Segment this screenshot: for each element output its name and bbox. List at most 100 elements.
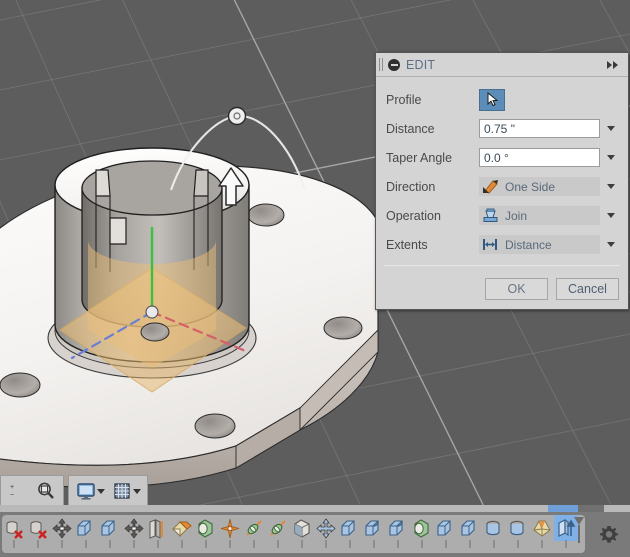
toolbar-item-split-body[interactable]	[194, 515, 218, 553]
align-icon[interactable]	[315, 515, 337, 541]
mirror-plane-icon[interactable]	[147, 515, 169, 541]
toolbar-item-axis-construct-alt[interactable]	[266, 515, 290, 553]
toolbar-item-shell[interactable]	[410, 515, 434, 553]
dialog-separator	[384, 265, 620, 266]
axis-construct-icon[interactable]	[243, 515, 265, 541]
toolbar-item-section-analysis[interactable]	[290, 515, 314, 553]
direction-dropdown-icon[interactable]	[607, 184, 615, 189]
toolbar-item-axis-construct[interactable]	[242, 515, 266, 553]
origin-point	[145, 305, 159, 319]
drag-grip-icon[interactable]	[379, 58, 384, 71]
toolbar-tick	[85, 540, 87, 548]
toolbar-tick	[229, 540, 231, 548]
display-mode-caret-icon[interactable]	[97, 488, 105, 494]
edit-extrude-dialog[interactable]: EDIT Profile Distance 0.75 " Taper Angle…	[375, 52, 629, 310]
minus-circle-icon[interactable]	[388, 58, 400, 71]
toolbar-item-revolve[interactable]	[482, 515, 506, 553]
toolbar-item-align[interactable]	[314, 515, 338, 553]
delete-cylinder-icon[interactable]	[3, 515, 25, 541]
revolve-icon[interactable]	[483, 515, 505, 541]
ok-button[interactable]: OK	[485, 278, 548, 300]
split-body-icon[interactable]	[195, 515, 217, 541]
toolbar-item-point-construct[interactable]	[218, 515, 242, 553]
grid-display-icon[interactable]	[108, 478, 136, 504]
operation-combo[interactable]: Join	[479, 206, 600, 225]
toolbar-tick	[517, 540, 519, 548]
draft-icon[interactable]	[435, 515, 457, 541]
extents-combo[interactable]: Distance	[479, 235, 600, 254]
toolbar-item-delete-cylinder-alt[interactable]	[26, 515, 50, 553]
toolbar-item-scale[interactable]	[458, 515, 482, 553]
svg-text:+: +	[10, 484, 14, 491]
distance-input[interactable]: 0.75 "	[479, 119, 600, 138]
press-pull-icon[interactable]	[339, 515, 361, 541]
taper-angle-input[interactable]: 0.0 °	[479, 148, 600, 167]
delete-cylinder-alt-icon[interactable]	[27, 515, 49, 541]
direction-combo[interactable]: One Side	[479, 177, 600, 196]
move-bodies-icon[interactable]	[51, 515, 73, 541]
display-group[interactable]	[68, 475, 148, 505]
direction-one-side-icon	[483, 180, 498, 194]
cursor-arrow-icon	[487, 92, 498, 107]
toolbar-item-chamfer[interactable]	[386, 515, 410, 553]
horizontal-scrollbar[interactable]	[0, 505, 630, 512]
scrollbar-track-end[interactable]	[578, 505, 604, 512]
toolbar-tick	[133, 540, 135, 548]
taper-angle-dropdown-icon[interactable]	[607, 155, 615, 160]
double-chevron-right-icon[interactable]	[606, 60, 622, 70]
toolbar-tick	[253, 540, 255, 548]
copy-body-icon[interactable]	[75, 515, 97, 541]
toolbar-item-copy-body[interactable]	[74, 515, 98, 553]
combine-bodies-icon[interactable]	[171, 515, 193, 541]
extents-value: Distance	[505, 237, 552, 252]
axis-construct-alt-icon[interactable]	[267, 515, 289, 541]
scrollbar-thumb[interactable]	[548, 505, 578, 512]
toolbar-item-paste-body[interactable]	[98, 515, 122, 553]
cancel-button[interactable]: Cancel	[556, 278, 619, 300]
profile-select-button[interactable]	[479, 88, 505, 111]
toolbar-item-move-copy[interactable]	[122, 515, 146, 553]
label-profile: Profile	[386, 92, 422, 107]
toolbar-item-draft[interactable]	[434, 515, 458, 553]
extents-dropdown-icon[interactable]	[607, 242, 615, 247]
toolbar-item-sweep[interactable]	[506, 515, 530, 553]
view-controls-bar[interactable]: + −	[0, 474, 148, 505]
toolbar-item-press-pull[interactable]	[338, 515, 362, 553]
chamfer-icon[interactable]	[387, 515, 409, 541]
point-construct-icon[interactable]	[219, 515, 241, 541]
display-mode-icon[interactable]	[72, 478, 100, 504]
toolbar-tick	[349, 540, 351, 548]
extents-distance-icon	[483, 239, 497, 250]
sweep-icon[interactable]	[507, 515, 529, 541]
toolbar-item-mirror-plane[interactable]	[146, 515, 170, 553]
operation-dropdown-icon[interactable]	[607, 213, 615, 218]
zoom-group[interactable]: + −	[0, 475, 64, 505]
zoom-fit-icon[interactable]: + −	[4, 478, 32, 504]
operation-value: Join	[505, 208, 528, 223]
dialog-titlebar[interactable]: EDIT	[376, 53, 628, 77]
zoom-window-icon[interactable]	[32, 478, 60, 504]
toolbar-item-move-bodies[interactable]	[50, 515, 74, 553]
paste-body-icon[interactable]	[99, 515, 121, 541]
scale-icon[interactable]	[459, 515, 481, 541]
toolbar-item-delete-cylinder[interactable]	[2, 515, 26, 553]
shell-icon[interactable]	[411, 515, 433, 541]
toolbar-tick	[13, 540, 15, 548]
toolbar-overflow-icon[interactable]	[573, 515, 585, 545]
move-copy-icon[interactable]	[123, 515, 145, 541]
grid-display-caret-icon[interactable]	[133, 488, 141, 494]
settings-gear-icon[interactable]	[596, 521, 622, 547]
toolbar-item-fillet[interactable]	[362, 515, 386, 553]
toolbar-tick	[325, 540, 327, 548]
loft-icon[interactable]	[531, 515, 553, 541]
bottom-toolbar[interactable]	[0, 512, 630, 557]
fillet-icon[interactable]	[363, 515, 385, 541]
row-direction: Direction One Side	[386, 172, 618, 201]
toolbar-item-loft[interactable]	[530, 515, 554, 553]
toolbar-tick	[421, 540, 423, 548]
label-taper-angle: Taper Angle	[386, 150, 453, 165]
section-analysis-icon[interactable]	[291, 515, 313, 541]
toolbar-item-combine-bodies[interactable]	[170, 515, 194, 553]
svg-text:−: −	[10, 492, 14, 499]
distance-dropdown-icon[interactable]	[607, 126, 615, 131]
